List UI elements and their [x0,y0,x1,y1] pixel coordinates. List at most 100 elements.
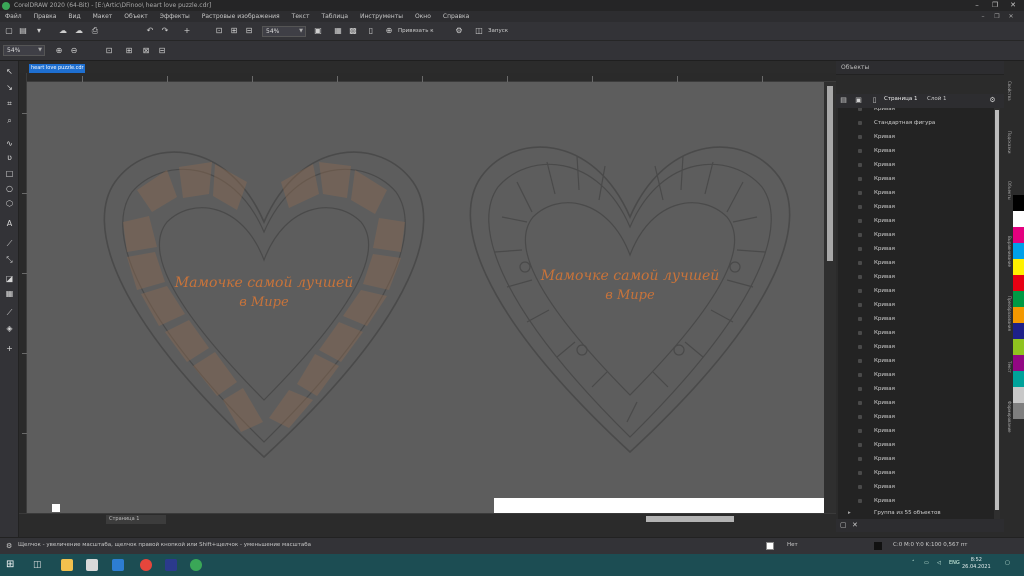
notifications-icon[interactable]: ▢ [1005,560,1010,566]
canvas-vertical-scrollbar[interactable] [824,82,836,513]
launch-icon[interactable]: ◫ [474,26,484,36]
drawing-canvas[interactable]: Мамочке самой лучшей в Мире Мамочке само… [27,82,824,513]
photoshop-icon[interactable] [165,559,177,571]
full-screen-icon[interactable]: ▣ [313,26,323,36]
rectangle-tool-icon[interactable]: □ [4,168,15,179]
menu-window[interactable]: Окно [415,13,431,20]
tray-language-icon[interactable]: ENG [949,560,960,566]
zoom-selected-icon[interactable]: ⊡ [104,46,114,56]
options-gear-icon[interactable]: ⚙ [454,26,464,36]
layer-manager-icon[interactable]: ▤ [839,96,848,105]
object-list-item[interactable]: Кривая [838,214,994,228]
object-list-item[interactable]: Кривая [838,144,994,158]
artistic-media-icon[interactable]: ʋ [4,152,15,163]
show-rulers-icon[interactable]: ▦ [333,26,343,36]
save-icon[interactable]: ▾ [34,26,44,36]
show-guides-icon[interactable]: ▯ [366,26,376,36]
file-explorer-icon[interactable] [61,559,73,571]
zoom-page-width-icon[interactable]: ⊟ [157,46,167,56]
export-pdf-icon[interactable]: ⊟ [244,26,254,36]
right-heart-text-line1[interactable]: Мамочке самой лучшей [540,268,720,284]
redo-icon[interactable]: ↷ [160,26,170,36]
docker-tab-transform[interactable]: Преобразования [1005,296,1012,331]
doc-restore-icon[interactable]: ❐ [990,11,1004,22]
palette-swatch[interactable] [1013,387,1024,403]
eyedropper-tool-icon[interactable]: ⟋ [4,307,15,318]
parallel-dimension-icon[interactable]: ⟋ [4,238,15,249]
docker-tab-objects[interactable]: Объекты [1005,181,1012,200]
new-document-icon[interactable]: ▢ [4,26,14,36]
palette-swatch[interactable] [1013,355,1024,371]
page-tab[interactable]: Страница 1 [106,515,166,524]
docker-tab-properties[interactable]: Свойства [1005,81,1012,101]
menu-view[interactable]: Вид [68,13,80,20]
palette-swatch[interactable] [1013,339,1024,355]
cloud-upload-icon[interactable]: ☁ [58,26,68,36]
left-heart-text-line1[interactable]: Мамочке самой лучшей [174,275,354,291]
app-browser-icon[interactable] [112,559,124,571]
object-list-item[interactable]: Кривая [838,158,994,172]
snap-to-dropdown[interactable]: Привязать к [398,28,434,34]
tray-arrow-icon[interactable]: ˄ [912,560,915,566]
objects-group-row[interactable]: ▸ Группа из 55 объектов [838,507,994,519]
transparency-tool-icon[interactable]: ▦ [4,288,15,299]
palette-swatch[interactable] [1013,371,1024,387]
object-list-item[interactable]: Кривая [838,410,994,424]
polygon-tool-icon[interactable]: ⬡ [4,198,15,209]
palette-swatch[interactable] [1013,307,1024,323]
object-list-item[interactable]: Кривая [838,340,994,354]
start-button-icon[interactable]: ⊞ [6,559,18,571]
zoom-page-icon[interactable]: ⊠ [141,46,151,56]
palette-swatch[interactable] [1013,195,1024,211]
undo-icon[interactable]: ↶ [145,26,155,36]
objects-layer-label[interactable]: Слой 1 [927,96,947,102]
palette-swatch[interactable] [1013,403,1024,419]
object-list-item[interactable]: Кривая [838,312,994,326]
object-list-item[interactable]: Кривая [838,452,994,466]
object-list-item[interactable]: Кривая [838,466,994,480]
panel-settings-gear-icon[interactable]: ⚙ [988,96,997,105]
objects-page-label[interactable]: Страница 1 [884,96,917,102]
docker-tab-align[interactable]: Выравнивание [1005,236,1012,267]
scrollbar-thumb[interactable] [827,86,833,261]
app-notepad-icon[interactable] [86,559,98,571]
snap-icon[interactable]: ⊕ [384,26,394,36]
palette-swatch[interactable] [1013,323,1024,339]
object-list-item[interactable]: Кривая [838,368,994,382]
coreldraw-taskbar-icon[interactable] [190,559,202,571]
connector-tool-icon[interactable]: ⤡ [4,254,15,265]
fill-indicator-icon[interactable] [766,542,774,550]
object-list-item[interactable]: Кривая [838,298,994,312]
docker-tab-hints[interactable]: Подсказки [1005,131,1012,153]
cloud-download-icon[interactable]: ☁ [74,26,84,36]
docker-tab-text[interactable]: Текст [1005,361,1012,373]
object-list-item[interactable]: Кривая [838,284,994,298]
palette-swatch[interactable] [1013,243,1024,259]
object-list-item[interactable]: Кривая [838,130,994,144]
object-list-item[interactable]: Стандартная фигура [838,116,994,130]
palette-swatch[interactable] [1013,211,1024,227]
canvas-horizontal-scrollbar[interactable] [646,516,734,522]
search-content-icon[interactable]: + [182,26,192,36]
outline-indicator-icon[interactable] [874,542,882,550]
object-list-item[interactable]: Кривая [838,270,994,284]
open-folder-icon[interactable]: ▤ [18,26,28,36]
shape-tool-icon[interactable]: ↘ [4,82,15,93]
palette-swatch[interactable] [1013,275,1024,291]
menu-tools[interactable]: Инструменты [360,13,403,20]
tray-network-icon[interactable]: ▭ [924,560,929,566]
expand-arrow-icon[interactable]: ▸ [848,507,851,519]
object-list-item[interactable]: Кривая [838,326,994,340]
task-view-icon[interactable]: ◫ [33,559,45,571]
object-list-item[interactable]: Кривая [838,438,994,452]
interactive-fill-icon[interactable]: ◈ [4,323,15,334]
right-heart-text-line2[interactable]: в Мире [605,288,655,303]
object-list-item[interactable]: Кривая [838,382,994,396]
new-layer-icon[interactable]: ▣ [854,96,863,105]
object-list-item[interactable]: Кривая [838,424,994,438]
object-list-item[interactable]: Кривая [838,396,994,410]
menu-text[interactable]: Текст [292,13,310,20]
object-list-item[interactable]: Кривая [838,354,994,368]
print-icon[interactable]: ⎙ [90,26,100,36]
show-grid-icon[interactable]: ▩ [348,26,358,36]
